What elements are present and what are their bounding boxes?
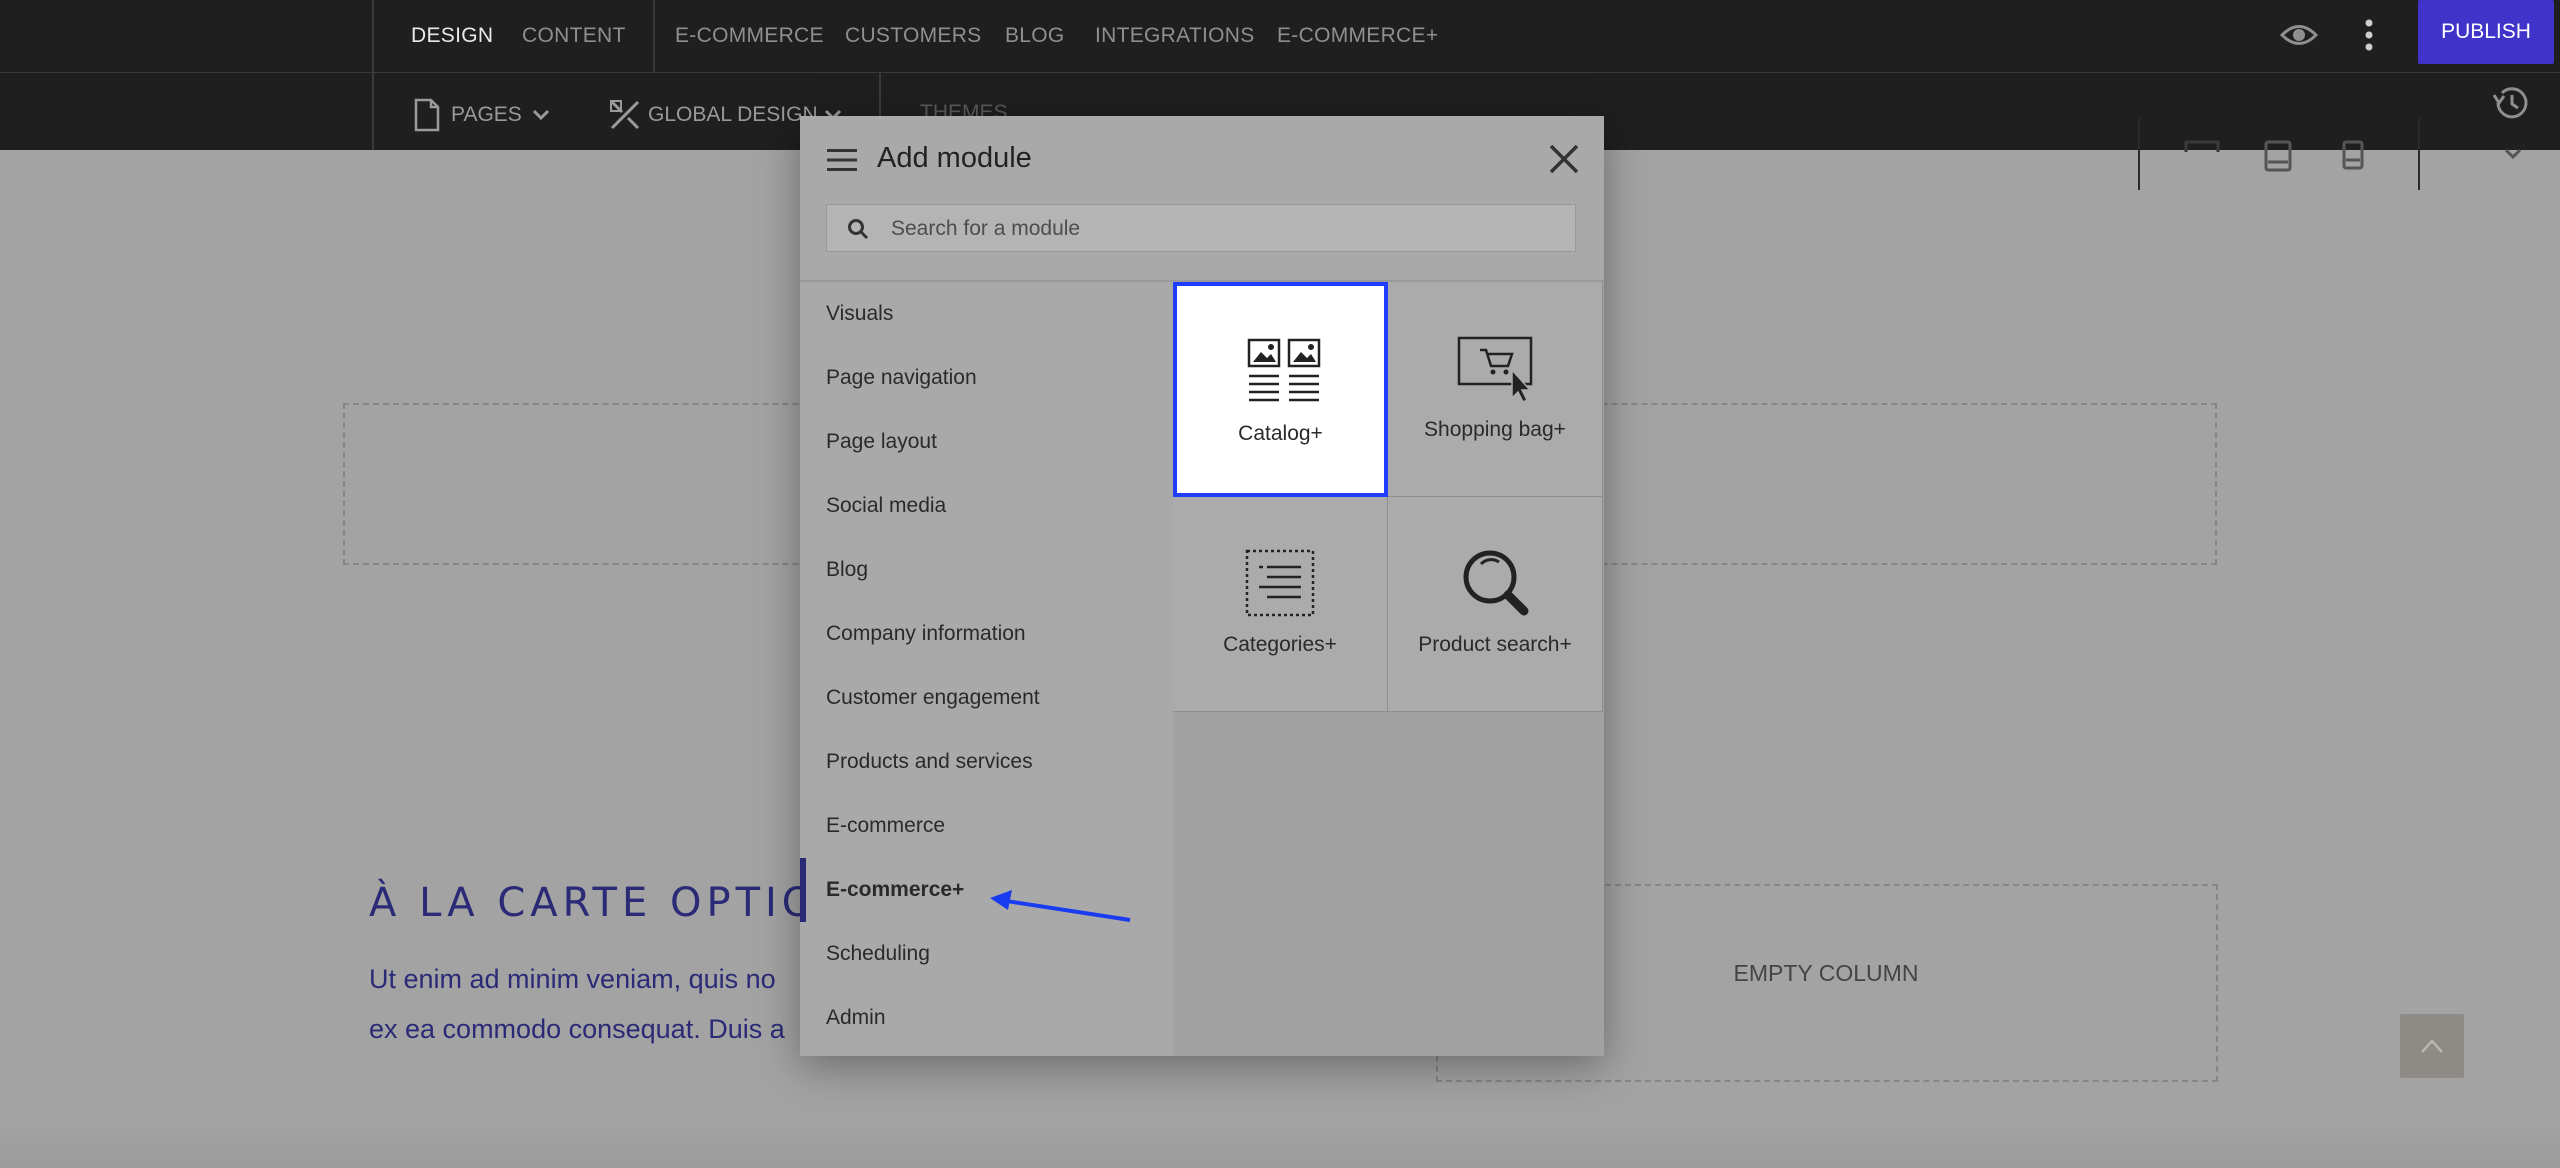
shopping-bag-icon <box>1457 336 1533 404</box>
module-search-input[interactable]: Search for a module <box>826 204 1576 252</box>
topbar-primary-row: DESIGN CONTENT E-COMMERCE CUSTOMERS BLOG… <box>0 0 2560 150</box>
categories-icon <box>1245 549 1315 617</box>
module-label: Categories+ <box>1223 633 1337 656</box>
tab-integrations[interactable]: INTEGRATIONS <box>1095 0 1255 72</box>
module-tile-categories[interactable]: Categories+ <box>1173 497 1388 712</box>
module-label: Product search+ <box>1418 633 1572 656</box>
annotation-arrow-icon <box>990 890 1131 922</box>
chevron-up-icon <box>2421 1039 2443 1053</box>
chevron-down-icon <box>532 109 549 121</box>
search-icon <box>848 219 869 240</box>
publish-button[interactable]: PUBLISH <box>2418 0 2554 64</box>
category-page-layout[interactable]: Page layout <box>800 410 1172 474</box>
page-icon <box>414 98 440 132</box>
module-label: Catalog+ <box>1238 422 1323 445</box>
device-divider <box>2418 118 2420 190</box>
category-e-commerce[interactable]: E-commerce <box>800 794 1172 858</box>
pages-dropdown[interactable]: PAGES <box>413 95 550 135</box>
topbar-divider <box>653 0 655 72</box>
search-placeholder: Search for a module <box>891 217 1081 240</box>
scroll-to-top-button[interactable] <box>2400 1014 2464 1078</box>
module-tile-shopping-bag[interactable]: Shopping bag+ <box>1388 282 1603 497</box>
category-admin[interactable]: Admin <box>800 986 1172 1050</box>
preview-eye-icon[interactable] <box>2280 20 2318 50</box>
category-products-and-services[interactable]: Products and services <box>800 730 1172 794</box>
mobile-view-icon[interactable] <box>2342 140 2364 170</box>
category-visuals[interactable]: Visuals <box>800 282 1172 346</box>
page-bottom-shadow <box>0 1120 2560 1168</box>
catalog-icon <box>1247 338 1321 402</box>
module-label: Shopping bag+ <box>1424 418 1566 441</box>
desktop-view-icon[interactable] <box>2184 140 2220 154</box>
module-tile-product-search[interactable]: Product search+ <box>1388 497 1603 712</box>
tab-design[interactable]: DESIGN <box>411 0 493 72</box>
device-divider <box>2138 118 2140 190</box>
pages-label: PAGES <box>451 103 522 126</box>
dialog-header: Add module Search for a module <box>800 116 1604 282</box>
product-search-icon <box>1463 550 1529 616</box>
dialog-title: Add module <box>877 142 1032 174</box>
design-tools-icon <box>610 100 640 130</box>
history-icon[interactable] <box>2490 85 2530 121</box>
close-icon[interactable] <box>1546 141 1582 177</box>
module-tile-catalog[interactable]: Catalog+ <box>1173 282 1388 497</box>
module-grid: Catalog+ Shopping bag+ Categories+ Produ… <box>1173 282 1604 1056</box>
category-blog[interactable]: Blog <box>800 538 1172 602</box>
tab-content[interactable]: CONTENT <box>522 0 626 72</box>
tab-e-commerce-plus[interactable]: E-COMMERCE+ <box>1277 0 1438 72</box>
tab-customers[interactable]: CUSTOMERS <box>845 0 982 72</box>
more-options-icon[interactable] <box>2364 18 2374 52</box>
chevron-down-icon[interactable] <box>2504 148 2522 160</box>
global-design-label: GLOBAL DESIGN <box>648 103 818 126</box>
add-module-dialog: Add module Search for a module Visuals P… <box>800 116 1604 1056</box>
tab-e-commerce[interactable]: E-COMMERCE <box>675 0 824 72</box>
tablet-view-icon[interactable] <box>2264 140 2292 172</box>
tab-blog[interactable]: BLOG <box>1005 0 1065 72</box>
menu-icon[interactable] <box>827 148 857 172</box>
category-social-media[interactable]: Social media <box>800 474 1172 538</box>
category-page-navigation[interactable]: Page navigation <box>800 346 1172 410</box>
category-customer-engagement[interactable]: Customer engagement <box>800 666 1172 730</box>
category-company-information[interactable]: Company information <box>800 602 1172 666</box>
